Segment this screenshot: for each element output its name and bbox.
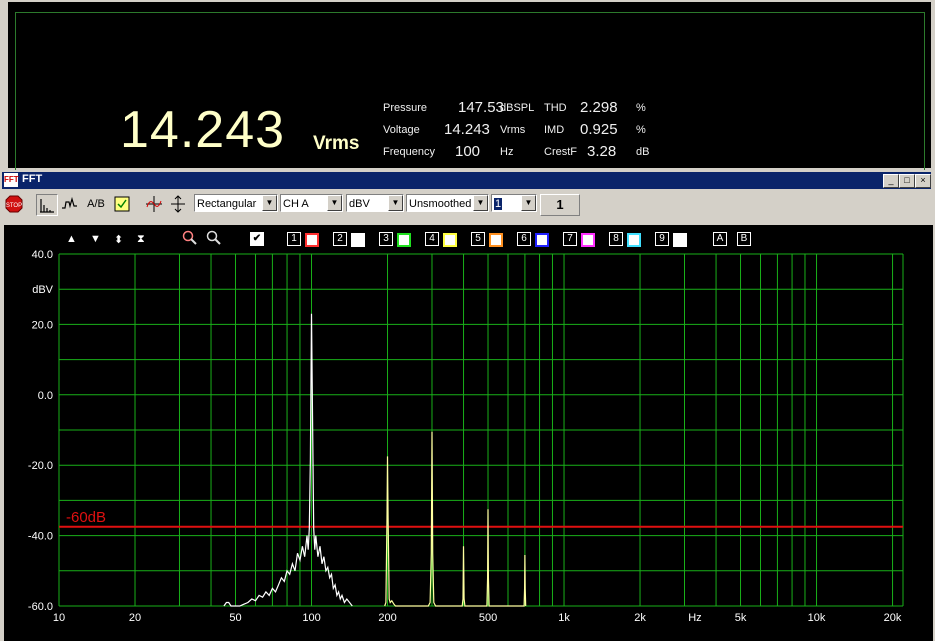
x-tick-label: 20 xyxy=(129,612,141,624)
frequency-label: Frequency xyxy=(383,146,435,158)
crestf-value: 3.28 xyxy=(587,143,617,160)
y-tick-label: -20.0 xyxy=(28,460,53,472)
y-tick-label: 40.0 xyxy=(32,249,53,261)
main-reading-value: 14.243 xyxy=(120,101,286,159)
x-tick-label: 1k xyxy=(558,612,570,624)
x-tick-label: 500 xyxy=(479,612,497,624)
x-tick-label: 5k xyxy=(735,612,747,624)
imd-value: 0.925 xyxy=(580,121,618,138)
imd-label: IMD xyxy=(544,124,565,136)
thd-label: THD xyxy=(544,102,567,114)
x-tick-label: 2k xyxy=(634,612,646,624)
voltage-value: 14.243 xyxy=(444,121,490,138)
x-tick-label: 200 xyxy=(378,612,396,624)
crestf-label: CrestF xyxy=(544,146,577,158)
x-tick-label: 20k xyxy=(884,612,902,624)
y-axis-label: dBV xyxy=(32,284,53,296)
imd-unit: % xyxy=(636,124,646,136)
x-tick-label: 10 xyxy=(53,612,65,624)
x-tick-label: 10k xyxy=(808,612,826,624)
y-tick-label: 20.0 xyxy=(32,319,53,331)
y-tick-label: 0.0 xyxy=(38,390,53,402)
y-tick-label: -60.0 xyxy=(28,601,53,613)
thd-value: 2.298 xyxy=(580,99,618,116)
voltage-label: Voltage xyxy=(383,124,420,136)
fft-spectrum-chart: 40.0 20.0 0.0 -20.0 -40.0 -60.010 20 50 100 200 50… xyxy=(28,249,904,624)
fft-window: FFT FFT _ □ × STOP A/B Rectangular ▼ CH A… xyxy=(0,170,935,641)
spectrum-series-1 xyxy=(384,431,527,607)
voltage-unit: Vrms xyxy=(500,124,526,136)
pressure-unit: dBSPL xyxy=(500,102,535,114)
spectrum-series-0 xyxy=(223,313,353,607)
main-reading-unit: Vrms xyxy=(313,133,360,154)
crestf-unit: dB xyxy=(636,146,650,158)
threshold-label: -60dB xyxy=(66,509,106,526)
pressure-value: 147.53 xyxy=(458,99,504,116)
level-meter-panel: 14.243 Vrms Pressure 147.53 dBSPL THD 2.… xyxy=(0,0,935,173)
y-tick-label: -40.0 xyxy=(28,531,53,543)
frequency-unit: Hz xyxy=(500,146,514,158)
pressure-label: Pressure xyxy=(383,102,428,114)
x-tick-label: 50 xyxy=(229,612,241,624)
frequency-value: 100 xyxy=(455,143,481,160)
x-tick-label: 100 xyxy=(302,612,320,624)
thd-unit: % xyxy=(636,102,646,114)
x-axis-label: Hz xyxy=(688,612,701,624)
